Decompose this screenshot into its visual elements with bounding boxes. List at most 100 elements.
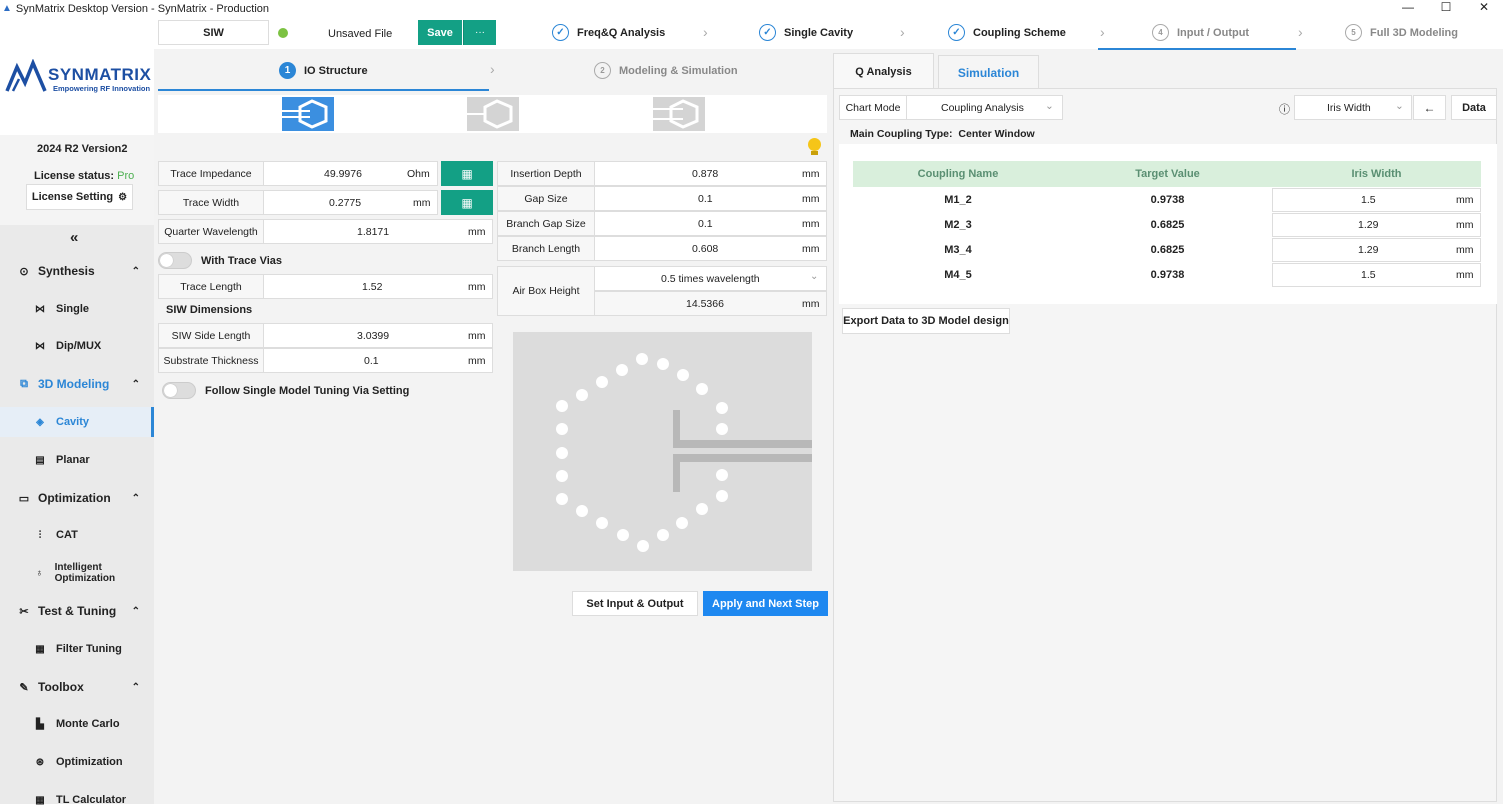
nav-item-label: Dip/MUX bbox=[56, 340, 102, 352]
air-box-height-label: Air Box Height bbox=[497, 266, 595, 316]
column-header-coupling-name: Coupling Name bbox=[917, 168, 999, 180]
branch-length-input[interactable]: 0.608 bbox=[594, 236, 827, 261]
step-number: 4 bbox=[1152, 24, 1169, 41]
logo: SYNMATRIX Empowering RF Innovation bbox=[0, 17, 154, 135]
lightbulb-icon[interactable] bbox=[808, 138, 821, 151]
calculator-icon: ▦ bbox=[461, 166, 473, 181]
column-header-iris-width: Iris Width bbox=[1351, 168, 1402, 180]
nav-item-cat[interactable]: ⫶ CAT bbox=[0, 526, 154, 544]
nav-item-monte-carlo[interactable]: ▙ Monte Carlo bbox=[0, 715, 154, 733]
nav-item-planar[interactable]: ▤ Planar bbox=[0, 451, 154, 469]
step-single-cavity[interactable]: ✓ Single Cavity bbox=[759, 24, 853, 41]
insertion-depth-input[interactable]: 0.878 bbox=[594, 161, 827, 186]
synthesis-icon: ⊙ bbox=[19, 265, 29, 278]
set-input-output-button[interactable]: Set Input & Output bbox=[572, 591, 698, 616]
calculator-button[interactable]: ▦ bbox=[441, 190, 493, 215]
gap-size-input[interactable]: 0.1 bbox=[594, 186, 827, 211]
nav-section-test-tuning[interactable]: ✂ Test & Tuning ⌃ bbox=[0, 602, 154, 620]
step-coupling-scheme[interactable]: ✓ Coupling Scheme bbox=[948, 24, 1066, 41]
chevron-down-icon: ⌄ bbox=[810, 271, 819, 282]
maximize-button[interactable]: ☐ bbox=[1427, 0, 1465, 15]
info-icon[interactable]: ⓘ bbox=[1279, 101, 1290, 117]
branch-gap-size-label: Branch Gap Size bbox=[497, 211, 595, 236]
nav-item-intelligent-optimization[interactable]: ♁ Intelligent Optimization bbox=[0, 562, 154, 584]
step-full-3d-modeling[interactable]: 5 Full 3D Modeling bbox=[1345, 24, 1458, 41]
save-more-button[interactable]: ··· bbox=[463, 20, 496, 45]
minimize-button[interactable]: — bbox=[1389, 0, 1427, 15]
toolbox-icon: ✎ bbox=[19, 681, 29, 694]
nav-item-cavity[interactable]: ◈ Cavity bbox=[0, 407, 154, 437]
cavity-icon: ◈ bbox=[36, 416, 44, 428]
with-trace-vias-label: With Trace Vias bbox=[201, 255, 283, 267]
nav-section-optimization[interactable]: ▭ Optimization ⌃ bbox=[0, 489, 154, 507]
branch-gap-size-unit: mm bbox=[802, 218, 820, 230]
branch-length-unit: mm bbox=[802, 243, 820, 255]
collapse-sidebar-button[interactable]: « bbox=[70, 229, 78, 246]
air-box-height-value: 14.5366 bbox=[594, 291, 827, 316]
substep-number: 2 bbox=[594, 62, 611, 79]
step-freq-q-analysis[interactable]: ✓ Freq&Q Analysis bbox=[552, 24, 665, 41]
license-area: 2024 R2 Version2 License status: Pro Lic… bbox=[0, 135, 154, 225]
apply-next-step-button[interactable]: Apply and Next Step bbox=[703, 591, 828, 616]
siw-side-length-input[interactable]: 3.0399 bbox=[263, 323, 493, 348]
chart-mode-select[interactable]: Coupling Analysis bbox=[906, 95, 1063, 120]
iris-width-unit: mm bbox=[1456, 194, 1474, 206]
nav-section-synthesis[interactable]: ⊙ Synthesis ⌃ bbox=[0, 262, 154, 280]
branch-gap-size-input[interactable]: 0.1 bbox=[594, 211, 827, 236]
substrate-thickness-label: Substrate Thickness bbox=[158, 348, 264, 373]
nav-section-label: Toolbox bbox=[38, 680, 84, 694]
data-button[interactable]: Data bbox=[1451, 95, 1497, 120]
project-name[interactable]: SIW bbox=[158, 20, 269, 45]
save-button[interactable]: Save bbox=[418, 20, 462, 45]
tab-q-analysis[interactable]: Q Analysis bbox=[833, 53, 934, 89]
tools-icon: ✂ bbox=[19, 605, 29, 618]
main-coupling-label: Main Coupling Type: bbox=[850, 128, 953, 140]
export-3d-model-button[interactable]: Export Data to 3D Model design bbox=[842, 308, 1010, 334]
close-button[interactable]: ✕ bbox=[1465, 0, 1503, 15]
iris-width-input[interactable]: 1.5 bbox=[1272, 263, 1481, 287]
iris-width-unit: mm bbox=[1456, 244, 1474, 256]
trace-width-unit: mm bbox=[413, 197, 431, 209]
siw-dimensions-heading: SIW Dimensions bbox=[166, 304, 253, 316]
optimization-tool-icon: ⊛ bbox=[35, 756, 45, 768]
substep-modeling-simulation[interactable]: 2 Modeling & Simulation bbox=[594, 62, 738, 79]
planar-icon: ▤ bbox=[35, 454, 45, 466]
check-icon: ✓ bbox=[759, 24, 776, 41]
air-box-height-select[interactable]: 0.5 times wavelength bbox=[594, 266, 827, 291]
logo-tagline: Empowering RF Innovation bbox=[53, 84, 151, 93]
siw-structure-preview bbox=[513, 332, 812, 571]
license-setting-button[interactable]: License Setting ⚙ bbox=[26, 184, 133, 210]
3d-modeling-icon: ⧉ bbox=[20, 377, 28, 390]
nav-section-3d-modeling[interactable]: ⧉ 3D Modeling ⌃ bbox=[0, 375, 154, 393]
substrate-thickness-input[interactable]: 0.1 bbox=[263, 348, 493, 373]
trace-length-input[interactable]: 1.52 bbox=[263, 274, 493, 299]
license-setting-label: License Setting bbox=[31, 191, 114, 203]
iris-width-input[interactable]: 1.5 bbox=[1272, 188, 1481, 212]
iris-width-input[interactable]: 1.29 bbox=[1272, 213, 1481, 237]
trace-vias-toggle[interactable] bbox=[158, 252, 192, 269]
nav-item-filter-tuning[interactable]: ▦ Filter Tuning bbox=[0, 640, 154, 658]
license-status-label: License status: bbox=[34, 170, 115, 182]
tab-simulation[interactable]: Simulation bbox=[938, 55, 1039, 90]
cell-coupling-name: M3_4 bbox=[944, 244, 972, 256]
nav-section-label: Optimization bbox=[38, 491, 111, 505]
substep-io-structure[interactable]: 1 IO Structure bbox=[279, 62, 368, 79]
iris-width-input[interactable]: 1.29 bbox=[1272, 238, 1481, 262]
nav-item-dipmux[interactable]: ⋈ Dip/MUX bbox=[0, 337, 154, 355]
io-type-option-1-icon[interactable] bbox=[282, 97, 334, 131]
nav-item-single[interactable]: ⋈ Single bbox=[0, 300, 154, 318]
calculator-button[interactable]: ▦ bbox=[441, 161, 493, 186]
step-input-output[interactable]: 4 Input / Output bbox=[1152, 24, 1249, 41]
lightbulb-icon: ♁ bbox=[35, 567, 44, 579]
back-arrow-button[interactable]: ← bbox=[1413, 95, 1446, 120]
io-type-option-3-icon[interactable] bbox=[653, 97, 705, 131]
nav-item-toolbox-optimization[interactable]: ⊛ Optimization bbox=[0, 753, 154, 771]
follow-single-toggle[interactable] bbox=[162, 382, 196, 399]
nav-item-label: Intelligent Optimization bbox=[54, 562, 116, 584]
quarter-wavelength-input[interactable]: 1.8171 bbox=[263, 219, 493, 244]
step-label: Full 3D Modeling bbox=[1370, 26, 1458, 39]
io-type-option-2-icon[interactable] bbox=[467, 97, 519, 131]
nav-item-tl-calculator[interactable]: ▦ TL Calculator bbox=[0, 791, 154, 809]
nav-section-toolbox[interactable]: ✎ Toolbox ⌃ bbox=[0, 678, 154, 696]
trace-width-input[interactable]: 0.2775 bbox=[263, 190, 438, 215]
